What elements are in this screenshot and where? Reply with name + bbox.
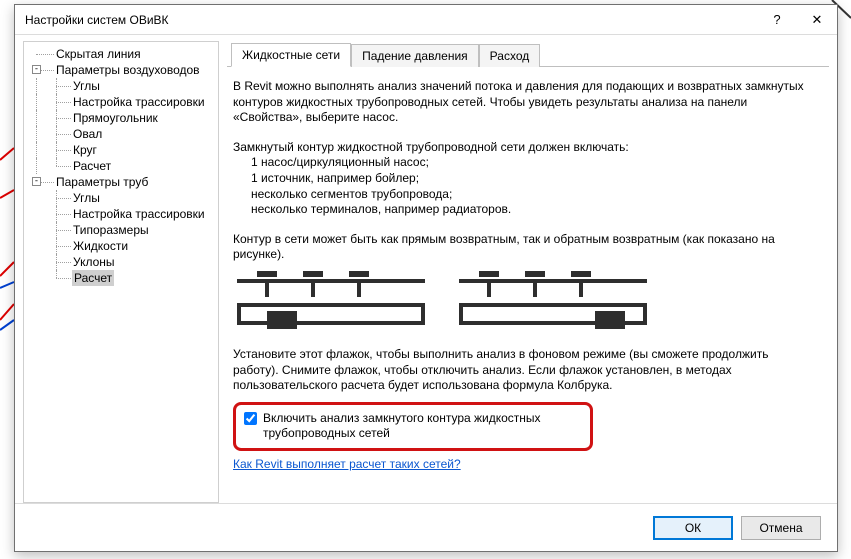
loop-note: Контур в сети может быть как прямым возв…	[233, 232, 817, 263]
requirement-3: несколько сегментов трубопровода;	[251, 187, 817, 203]
tab-pressure-drop[interactable]: Падение давления	[351, 44, 479, 67]
tree-item-duct-angles[interactable]: Углы	[73, 78, 100, 94]
requirement-4: несколько терминалов, например радиаторо…	[251, 202, 817, 218]
tree-item-duct-calc[interactable]: Расчет	[73, 158, 111, 174]
cancel-button[interactable]: Отмена	[741, 516, 821, 540]
tab-fluid-networks[interactable]: Жидкостные сети	[231, 43, 351, 67]
tree-item-duct-oval[interactable]: Овал	[73, 126, 102, 142]
dialog-footer: ОК Отмена	[15, 503, 837, 551]
tree-item-pipe-calc-selected[interactable]: Расчет	[72, 270, 114, 286]
tab-strip: Жидкостные сети Падение давления Расход	[227, 41, 829, 67]
tree-item-pipe-routing[interactable]: Настройка трассировки	[73, 206, 205, 222]
tree-item-pipe-fluids[interactable]: Жидкости	[73, 238, 128, 254]
tree-item-pipe-sizes[interactable]: Типоразмеры	[73, 222, 149, 238]
diagram-row	[233, 271, 817, 335]
ok-button[interactable]: ОК	[653, 516, 733, 540]
tree-item-duct-routing[interactable]: Настройка трассировки	[73, 94, 205, 110]
titlebar: Настройки систем ОВиВК ? ✕	[15, 5, 837, 35]
requirement-1: 1 насос/циркуляционный насос;	[251, 155, 817, 171]
settings-dialog: Настройки систем ОВиВК ? ✕ Скрытая линия…	[14, 4, 838, 552]
tree-expander-ducts[interactable]: -	[32, 65, 41, 74]
requirement-2: 1 источник, например бойлер;	[251, 171, 817, 187]
help-link[interactable]: Как Revit выполняет расчет таких сетей?	[233, 457, 461, 471]
tree-item-duct-round[interactable]: Круг	[73, 142, 97, 158]
highlight-box: Включить анализ замкнутого контура жидко…	[233, 402, 593, 451]
tree-item-pipe-params[interactable]: Параметры труб	[56, 174, 148, 190]
enable-analysis-row[interactable]: Включить анализ замкнутого контура жидко…	[244, 411, 582, 442]
diagram-direct-return	[233, 271, 429, 335]
intro-text: В Revit можно выполнять анализ значений …	[233, 79, 817, 126]
category-tree[interactable]: Скрытая линия - Параметры воздуховодов У…	[23, 41, 219, 503]
tree-item-pipe-slopes[interactable]: Уклоны	[73, 254, 115, 270]
tree-item-hidden-line[interactable]: Скрытая линия	[56, 46, 141, 62]
checkbox-help: Установите этот флажок, чтобы выполнить …	[233, 347, 817, 394]
requirements-block: Замкнутый контур жидкостной трубопроводн…	[233, 140, 817, 218]
tab-content: В Revit можно выполнять анализ значений …	[227, 67, 829, 477]
content-pane: Жидкостные сети Падение давления Расход …	[227, 41, 829, 503]
requirements-header: Замкнутый контур жидкостной трубопроводн…	[233, 140, 817, 156]
enable-analysis-label: Включить анализ замкнутого контура жидко…	[263, 411, 582, 442]
tree-item-pipe-angles[interactable]: Углы	[73, 190, 100, 206]
tree-expander-pipes[interactable]: -	[32, 177, 41, 186]
tree-item-duct-rect[interactable]: Прямоугольник	[73, 110, 158, 126]
diagram-reverse-return	[455, 271, 651, 335]
tab-flow[interactable]: Расход	[479, 44, 541, 67]
enable-analysis-checkbox[interactable]	[244, 412, 257, 425]
close-icon[interactable]: ✕	[797, 5, 837, 35]
help-icon[interactable]: ?	[757, 5, 797, 35]
dialog-title: Настройки систем ОВиВК	[25, 13, 757, 27]
tree-item-duct-params[interactable]: Параметры воздуховодов	[56, 62, 200, 78]
